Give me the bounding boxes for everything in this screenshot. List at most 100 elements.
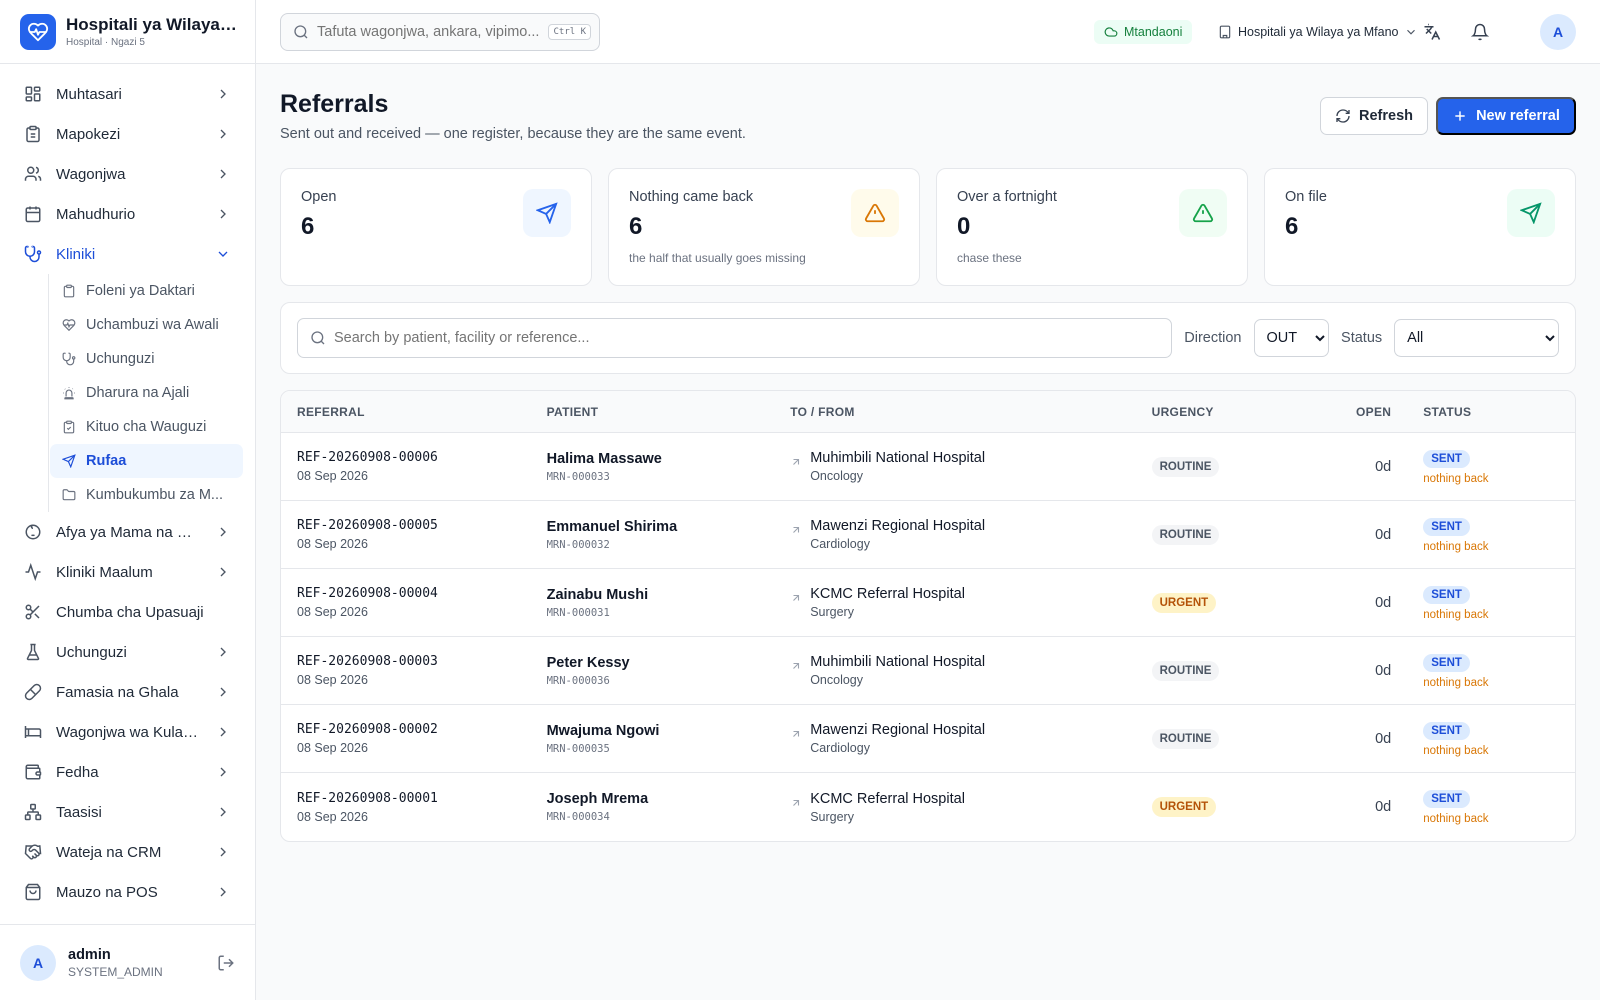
arrow-up-right-icon <box>793 662 800 669</box>
table-row[interactable]: REF-20260908-00001 08 Sep 2026 Joseph Mr… <box>281 773 1575 841</box>
bell-icon[interactable] <box>1468 20 1492 44</box>
table-body: REF-20260908-00006 08 Sep 2026 Halima Ma… <box>281 433 1575 841</box>
logout-icon[interactable] <box>217 954 235 972</box>
sidebar-item-kliniki-maalum[interactable]: Kliniki Maalum <box>12 552 243 592</box>
summary-cards: Open 6 Nothing came back 6 the half that… <box>280 168 1576 286</box>
sidebar-item-kulaza[interactable]: Wagonjwa wa Kulaz... <box>12 712 243 752</box>
new-referral-button[interactable]: New referral <box>1436 97 1576 135</box>
patient-name[interactable]: Joseph Mrema <box>547 791 791 807</box>
sidebar-item-label: Wagonjwa <box>56 165 126 183</box>
open-days: 0d <box>1375 594 1392 611</box>
sidebar-subitem-rufaa[interactable]: Rufaa <box>50 444 243 478</box>
card-hint: chase these <box>957 251 1022 265</box>
patient-name[interactable]: Emmanuel Shirima <box>547 519 791 535</box>
table-row[interactable]: REF-20260908-00002 08 Sep 2026 Mwajuma N… <box>281 705 1575 773</box>
sidebar-item-label: Mahudhurio <box>56 205 136 223</box>
status-note: nothing back <box>1423 540 1489 553</box>
search-icon <box>294 25 308 39</box>
chevron-right-icon <box>220 727 226 737</box>
patient-mrn: MRN-000035 <box>546 742 610 755</box>
sidebar-item-label: Uchunguzi <box>56 643 127 661</box>
patient-name[interactable]: Peter Kessy <box>547 655 791 671</box>
referral-id: REF-20260908-00001 <box>297 790 438 806</box>
refresh-button[interactable]: Refresh <box>1320 97 1428 135</box>
global-search[interactable]: Ctrl K <box>280 13 600 51</box>
patient-name[interactable]: Zainabu Mushi <box>547 587 791 603</box>
heart-pulse-icon <box>62 319 76 332</box>
arrow-up-right-icon <box>793 458 800 465</box>
sidebar-subitem-foleni[interactable]: Foleni ya Daktari <box>50 274 243 308</box>
sidebar-subitem-uchunguzi[interactable]: Uchunguzi <box>50 342 243 376</box>
warning-icon <box>851 189 899 237</box>
referral-search-input[interactable] <box>334 330 1160 346</box>
sidebar-item-taasisi[interactable]: Taasisi <box>12 792 243 832</box>
sidebar-subitem-dharura[interactable]: Dharura na Ajali <box>50 376 243 410</box>
avatar[interactable]: A <box>1540 14 1576 50</box>
facility-label: Hospitali ya Wilaya ya Mfano <box>1238 25 1399 39</box>
column-header-to-from[interactable]: TO / FROM <box>790 405 1151 419</box>
column-header-status[interactable]: STATUS <box>1391 405 1575 419</box>
shopping-bag-icon <box>25 883 41 901</box>
chevron-down-icon <box>1407 29 1416 35</box>
sidebar-item-label: Mapokezi <box>56 125 121 143</box>
column-header-open[interactable]: OPEN <box>1301 405 1391 419</box>
table-row[interactable]: REF-20260908-00004 08 Sep 2026 Zainabu M… <box>281 569 1575 637</box>
avatar[interactable]: A <box>20 944 56 981</box>
column-header-referral[interactable]: REFERRAL <box>281 405 547 419</box>
facility-name: KCMC Referral Hospital <box>810 790 965 807</box>
sidebar-item-fedha[interactable]: Fedha <box>12 752 243 792</box>
sidebar-item-mapokezi[interactable]: Mapokezi <box>12 114 243 154</box>
patient-name[interactable]: Mwajuma Ngowi <box>547 723 791 739</box>
sidebar-item-crm[interactable]: Wateja na CRM <box>12 832 243 872</box>
arrow-up-right-icon <box>793 730 800 737</box>
sidebar-item-famasia[interactable]: Famasia na Ghala <box>12 672 243 712</box>
column-header-urgency[interactable]: URGENCY <box>1152 405 1302 419</box>
open-days: 0d <box>1375 458 1392 475</box>
sidebar-subitem-uchambuzi[interactable]: Uchambuzi wa Awali <box>50 308 243 342</box>
sidebar-item-mahudhurio[interactable]: Mahudhurio <box>12 194 243 234</box>
chevron-right-icon <box>220 647 226 657</box>
sidebar-subitem-kumbukumbu[interactable]: Kumbukumbu za M... <box>50 478 243 512</box>
referral-id: REF-20260908-00003 <box>297 654 438 669</box>
patient-mrn: MRN-000036 <box>546 674 610 687</box>
sidebar-subitem-kituo[interactable]: Kituo cha Wauguzi <box>50 410 243 444</box>
sidebar-subitem-label: Uchunguzi <box>86 351 155 367</box>
patient-name[interactable]: Halima Massawe <box>547 451 791 467</box>
stethoscope-icon <box>62 352 76 366</box>
sidebar-item-upasuaji[interactable]: Chumba cha Upasuaji <box>12 592 243 632</box>
referral-search[interactable] <box>297 318 1173 358</box>
bed-icon <box>24 726 42 738</box>
clipboard-icon <box>63 284 75 298</box>
table-row[interactable]: REF-20260908-00006 08 Sep 2026 Halima Ma… <box>281 433 1575 501</box>
global-search-input[interactable] <box>317 24 541 40</box>
direction-select[interactable]: OUT <box>1253 319 1330 357</box>
sidebar-item-uchunguzi[interactable]: Uchunguzi <box>12 632 243 672</box>
sidebar-item-pos[interactable]: Mauzo na POS <box>12 872 243 912</box>
language-icon[interactable] <box>1420 20 1444 44</box>
alert-triangle-icon <box>1179 189 1227 237</box>
column-header-patient[interactable]: PATIENT <box>547 405 791 419</box>
table-row[interactable]: REF-20260908-00005 08 Sep 2026 Emmanuel … <box>281 501 1575 569</box>
sidebar-item-label: Taasisi <box>56 803 102 821</box>
table-row[interactable]: REF-20260908-00003 08 Sep 2026 Peter Kes… <box>281 637 1575 705</box>
status-note: nothing back <box>1423 472 1489 485</box>
kliniki-submenu: Foleni ya Daktari Uchambuzi wa Awali Uch… <box>48 274 243 512</box>
sidebar-item-wagonjwa[interactable]: Wagonjwa <box>12 154 243 194</box>
card-over-fortnight: Over a fortnight 0 chase these <box>936 168 1248 286</box>
sidebar-item-kliniki[interactable]: Kliniki <box>12 234 243 274</box>
sidebar-item-afya-mama[interactable]: Afya ya Mama na Mt... <box>12 512 243 552</box>
brand[interactable]: Hospitali ya Wilaya ... Hospital · Ngazi… <box>0 0 255 64</box>
table-header: REFERRAL PATIENT TO / FROM URGENCY OPEN … <box>281 391 1575 433</box>
sidebar-item-muhtasari[interactable]: Muhtasari <box>12 74 243 114</box>
department-name: Surgery <box>810 809 854 824</box>
facility-switcher[interactable]: Hospitali ya Wilaya ya Mfano <box>1218 20 1418 44</box>
referral-id: REF-20260908-00002 <box>297 722 438 737</box>
flask-icon <box>26 643 40 661</box>
new-referral-label: New referral <box>1476 108 1560 124</box>
pill-icon <box>24 683 42 701</box>
referral-id: REF-20260908-00004 <box>297 586 438 601</box>
referral-date: 08 Sep 2026 <box>297 673 368 687</box>
status-select[interactable]: All <box>1394 319 1559 357</box>
status-label: Status <box>1341 330 1383 346</box>
facility-name: KCMC Referral Hospital <box>810 586 965 602</box>
